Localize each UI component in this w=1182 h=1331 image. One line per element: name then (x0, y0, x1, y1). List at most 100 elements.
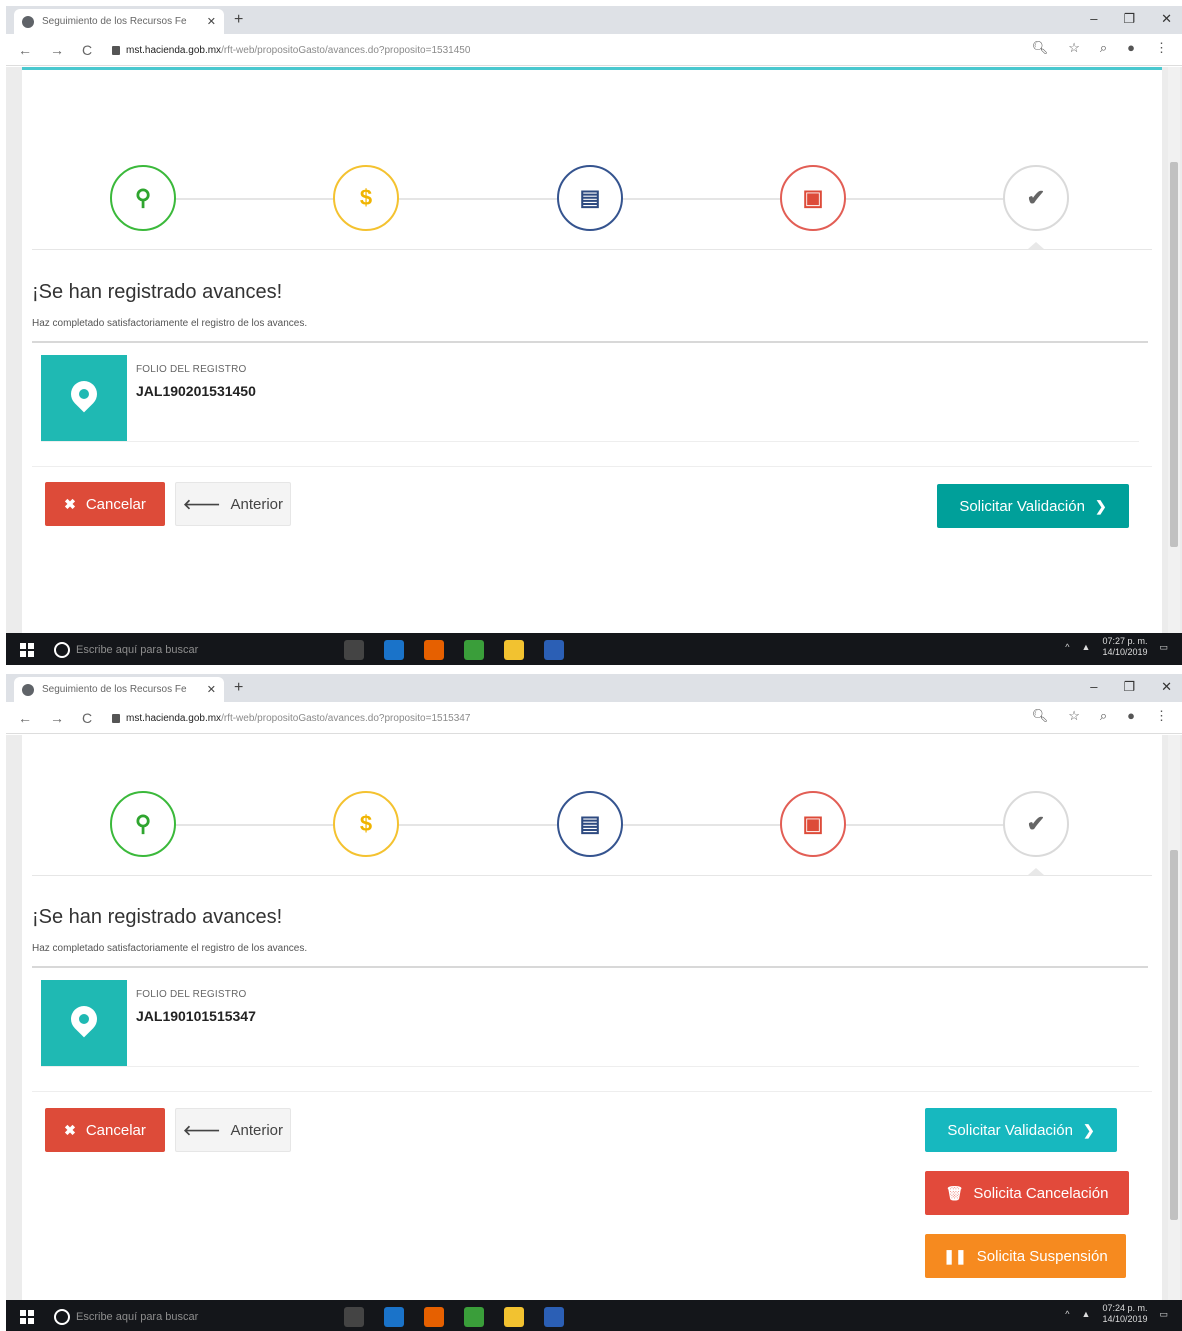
browser-tab[interactable]: Seguimiento de los Recursos Fe ✕ (14, 677, 224, 702)
zoom-icon[interactable]: 🔍︎ (1032, 40, 1049, 56)
request-suspension-button[interactable]: ❚❚ Solicita Suspensión (925, 1234, 1126, 1278)
notifications-icon[interactable]: ▭ (1159, 1309, 1168, 1320)
network-icon[interactable]: ▲ (1082, 1309, 1091, 1319)
restore-button[interactable]: ❐ (1123, 11, 1135, 27)
pause-icon: ❚❚ (943, 1247, 967, 1264)
url-path: /rft-web/propositoGasto/avances.do?propo… (221, 44, 471, 56)
close-tab-icon[interactable]: ✕ (207, 683, 216, 696)
chevron-up-icon[interactable]: ^ (1065, 642, 1069, 652)
windows-start-icon[interactable] (20, 643, 34, 657)
restore-button[interactable]: ❐ (1123, 679, 1135, 695)
windows-taskbar: Escribe aquí para buscar ^ ▲ 07:27 p. m.… (6, 633, 1182, 665)
chevron-up-icon[interactable]: ^ (1065, 1309, 1069, 1319)
windows-start-icon[interactable] (20, 1310, 34, 1324)
reload-icon[interactable]: C (82, 710, 92, 726)
address-bar-icons: 🔍︎ ☆ ⌕ ● ⋮ (1032, 708, 1168, 724)
divider (32, 966, 1148, 968)
new-tab-button[interactable]: + (234, 679, 243, 697)
step-amount[interactable]: $ (333, 791, 399, 857)
chrome-icon[interactable] (464, 640, 484, 660)
step-image[interactable]: ▣ (780, 791, 846, 857)
firefox-icon[interactable] (424, 1307, 444, 1327)
request-cancellation-label: Solicita Cancelación (973, 1184, 1109, 1202)
word-icon[interactable] (544, 640, 564, 660)
previous-button[interactable]: 🡐 Anterior (175, 1108, 291, 1152)
url-path: /rft-web/propositoGasto/avances.do?propo… (221, 712, 471, 724)
scrollbar[interactable] (1168, 735, 1180, 1300)
browser-tab[interactable]: Seguimiento de los Recursos Fe ✕ (14, 9, 224, 34)
firefox-icon[interactable] (424, 640, 444, 660)
page-subtitle: Haz completado satisfactoriamente el reg… (32, 943, 308, 954)
network-icon[interactable]: ▲ (1082, 642, 1091, 652)
step-amount[interactable]: $ (333, 165, 399, 231)
back-icon[interactable]: ← (18, 710, 32, 726)
clock[interactable]: 07:27 p. m. 14/10/2019 (1102, 636, 1147, 658)
divider (41, 1066, 1139, 1067)
word-icon[interactable] (544, 1307, 564, 1327)
edge-icon[interactable] (384, 1307, 404, 1327)
step-document[interactable]: ▤ (557, 791, 623, 857)
url-field[interactable]: mst.hacienda.gob.mx /rft-web/propositoGa… (112, 38, 1002, 62)
profile-icon[interactable]: ● (1127, 708, 1135, 724)
browser-tab-bar: Seguimiento de los Recursos Fe ✕ + – ❐ ✕ (6, 6, 1182, 34)
arrow-left-icon: 🡐 (182, 495, 221, 512)
url-field[interactable]: mst.hacienda.gob.mx /rft-web/propositoGa… (112, 706, 1002, 730)
notifications-icon[interactable]: ▭ (1159, 642, 1168, 653)
chrome-icon[interactable] (464, 1307, 484, 1327)
close-window-button[interactable]: ✕ (1161, 679, 1172, 695)
divider (32, 466, 1152, 467)
zoom-icon[interactable]: 🔍︎ (1032, 708, 1049, 724)
taskbar-search[interactable]: Escribe aquí para buscar (54, 1303, 314, 1331)
step-document[interactable]: ▤ (557, 165, 623, 231)
minimize-button[interactable]: – (1090, 679, 1097, 695)
forward-icon[interactable]: → (50, 42, 64, 58)
scrollbar-thumb[interactable] (1170, 162, 1178, 547)
tab-title: Seguimiento de los Recursos Fe (42, 684, 187, 695)
cancel-button[interactable]: ✖ Cancelar (45, 1108, 165, 1152)
clock-date: 14/10/2019 (1102, 1314, 1148, 1324)
menu-icon[interactable]: ⋮ (1155, 708, 1168, 724)
address-bar-row: ← → C mst.hacienda.gob.mx /rft-web/propo… (6, 702, 1182, 734)
windows-taskbar: Escribe aquí para buscar ^ ▲ 07:24 p. m.… (6, 1300, 1182, 1331)
step-location[interactable]: ⚲ (110, 791, 176, 857)
step-location[interactable]: ⚲ (110, 165, 176, 231)
scrollbar[interactable] (1168, 67, 1180, 633)
menu-icon[interactable]: ⋮ (1155, 40, 1168, 56)
cancel-button[interactable]: ✖ Cancelar (45, 482, 165, 526)
close-window-button[interactable]: ✕ (1161, 11, 1172, 27)
previous-button[interactable]: 🡐 Anterior (175, 482, 291, 526)
task-view-icon[interactable] (344, 640, 364, 660)
reload-icon[interactable]: C (82, 42, 92, 58)
clock[interactable]: 07:24 p. m. 14/10/2019 (1102, 1303, 1147, 1325)
file-explorer-icon[interactable] (504, 1307, 524, 1327)
scrollbar-thumb[interactable] (1170, 850, 1178, 1220)
request-validation-button[interactable]: Solicitar Validación ❯ (925, 1108, 1117, 1152)
back-icon[interactable]: ← (18, 42, 32, 58)
search-icon[interactable]: ⌕ (1100, 708, 1107, 724)
window-controls: – ❐ ✕ (1090, 679, 1172, 695)
divider (32, 341, 1148, 343)
request-validation-button[interactable]: Solicitar Validación ❯ (937, 484, 1129, 528)
forward-icon[interactable]: → (50, 710, 64, 726)
new-tab-button[interactable]: + (234, 11, 243, 29)
globe-icon (22, 15, 34, 28)
clock-date: 14/10/2019 (1102, 647, 1148, 657)
step-finish[interactable]: ✔ (1003, 791, 1069, 857)
star-icon[interactable]: ☆ (1068, 708, 1080, 724)
previous-button-label: Anterior (230, 495, 284, 513)
profile-icon[interactable]: ● (1127, 40, 1135, 56)
close-tab-icon[interactable]: ✕ (207, 15, 216, 28)
taskbar-search[interactable]: Escribe aquí para buscar (54, 636, 314, 664)
search-icon[interactable]: ⌕ (1100, 40, 1107, 56)
minimize-button[interactable]: – (1090, 11, 1097, 27)
task-view-icon[interactable] (344, 1307, 364, 1327)
edge-icon[interactable] (384, 640, 404, 660)
window-controls: – ❐ ✕ (1090, 11, 1172, 27)
file-explorer-icon[interactable] (504, 640, 524, 660)
request-cancellation-button[interactable]: 🗑︎ Solicita Cancelación (925, 1171, 1129, 1215)
cortana-icon (54, 1309, 70, 1325)
step-image[interactable]: ▣ (780, 165, 846, 231)
folio-label: FOLIO DEL REGISTRO (136, 364, 247, 375)
step-finish[interactable]: ✔ (1003, 165, 1069, 231)
star-icon[interactable]: ☆ (1068, 40, 1080, 56)
